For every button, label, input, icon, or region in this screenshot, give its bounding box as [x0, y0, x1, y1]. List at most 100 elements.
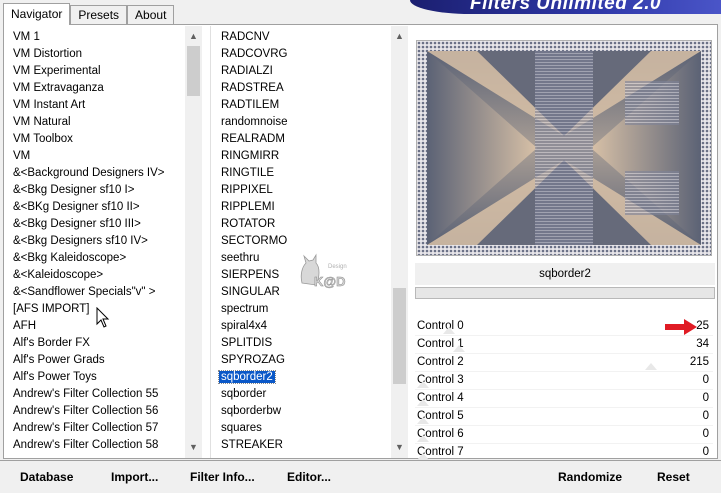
tab-presets[interactable]: Presets	[70, 5, 128, 25]
category-item[interactable]: &<Kaleidoscope>	[4, 267, 202, 284]
slider-thumb[interactable]	[644, 363, 657, 370]
scrollbar-thumb[interactable]	[393, 288, 406, 384]
filter-item-label: RINGTILE	[221, 167, 275, 179]
filter-item[interactable]: RADSTREA	[211, 80, 408, 97]
import-button[interactable]: Import...	[111, 467, 158, 487]
filter-item[interactable]: sqborder	[211, 386, 408, 403]
filter-item[interactable]: RADCOVRG	[211, 46, 408, 63]
filter-item-label: SPLITDIS	[221, 337, 273, 349]
control-value: 215	[689, 356, 709, 368]
control-row[interactable]: Control 1 34	[415, 336, 713, 354]
category-item[interactable]: VM Toolbox	[4, 131, 202, 148]
category-item[interactable]: &<Bkg Designer sf10 III>	[4, 216, 202, 233]
slider-thumb[interactable]	[443, 327, 456, 334]
filter-item[interactable]: spiral4x4	[211, 318, 408, 335]
category-item-label: Andrew's Filter Collection 58	[13, 439, 159, 451]
slider-thumb[interactable]	[453, 345, 465, 352]
tab-navigator[interactable]: Navigator	[3, 3, 71, 25]
filter-item[interactable]: RADIALZI	[211, 63, 408, 80]
filter-item[interactable]: sqborderbw	[211, 403, 408, 420]
filter-item-label: sqborderbw	[221, 405, 282, 417]
category-item[interactable]: &<Bkg Designers sf10 IV>	[4, 233, 202, 250]
preview-image	[417, 41, 711, 255]
category-item-label: Andrew's Filter Collection 56	[13, 405, 159, 417]
filter-item[interactable]: STREAKER	[211, 437, 408, 454]
scroll-down-icon[interactable]: ▼	[185, 439, 202, 456]
scroll-up-icon[interactable]: ▲	[391, 28, 408, 45]
category-item[interactable]: &<Sandflower Specials"v" >	[4, 284, 202, 301]
app-banner: Filters Unlimited 2.0	[410, 0, 721, 14]
control-row[interactable]: Control 30	[415, 372, 713, 390]
category-item[interactable]: Andrew's Filter Collection 56	[4, 403, 202, 420]
filter-info-button[interactable]: Filter Info...	[190, 467, 255, 487]
filter-list[interactable]: RADCNV RADCOVRG RADIALZI RADSTREA RADTILEM ra…	[210, 26, 408, 458]
filter-item[interactable]: SPLITDIS	[211, 335, 408, 352]
category-item[interactable]: VM Extravaganza	[4, 80, 202, 97]
filter-item[interactable]: RADTILEM	[211, 97, 408, 114]
progress-bar	[415, 287, 715, 299]
category-item[interactable]: VM Experimental	[4, 63, 202, 80]
control-row[interactable]: Control 40	[415, 390, 713, 408]
category-item[interactable]: Andrew's Filter Collection 58	[4, 437, 202, 454]
filter-item[interactable]: randomnoise	[211, 114, 408, 131]
slider-thumb[interactable]	[417, 399, 429, 406]
control-label: Control 2	[417, 356, 464, 368]
filter-list-items: RADCNV RADCOVRG RADIALZI RADSTREA RADTILEM ra…	[211, 29, 408, 454]
category-item-label: &<Kaleidoscope>	[13, 269, 104, 281]
filter-item[interactable]: SPYROZAG	[211, 352, 408, 369]
category-item[interactable]: VM Distortion	[4, 46, 202, 63]
category-item[interactable]: Alf's Power Grads	[4, 352, 202, 369]
filter-item[interactable]: RADCNV	[211, 29, 408, 46]
category-item-label: &<Bkg Designer sf10 III>	[13, 218, 141, 230]
category-item[interactable]: Alf's Border FX	[4, 335, 202, 352]
slider-thumb[interactable]	[417, 381, 429, 388]
scroll-up-icon[interactable]: ▲	[185, 28, 202, 45]
control-row[interactable]: Control 2 215	[415, 354, 713, 372]
category-item[interactable]: &<Background Designers IV>	[4, 165, 202, 182]
category-item[interactable]: Andrew's Filter Collection 57	[4, 420, 202, 437]
slider-thumb[interactable]	[417, 417, 429, 424]
category-item[interactable]: &<Bkg Kaleidoscope>	[4, 250, 202, 267]
category-item[interactable]: &<Bkg Designer sf10 I>	[4, 182, 202, 199]
filter-item[interactable]: ROTATOR	[211, 216, 408, 233]
filter-item[interactable]: RINGTILE	[211, 165, 408, 182]
filter-item[interactable]: SECTORMO	[211, 233, 408, 250]
control-value: 0	[702, 374, 709, 386]
category-item-label: VM Instant Art	[13, 99, 86, 111]
filter-item[interactable]: squares	[211, 420, 408, 437]
filter-item[interactable]: RIPPIXEL	[211, 182, 408, 199]
category-list[interactable]: VM 1 VM Distortion VM Experimental VM Extra…	[4, 26, 202, 458]
database-button[interactable]: Database	[20, 467, 73, 487]
category-item[interactable]: VM Natural	[4, 114, 202, 131]
tab-about[interactable]: About	[127, 5, 175, 25]
category-item-label: &<BKg Designer sf10 II>	[13, 201, 140, 213]
category-item[interactable]: Andrew's Filter Collection 55	[4, 386, 202, 403]
control-row[interactable]: Control 60	[415, 426, 713, 444]
filter-item-selected[interactable]: sqborder2	[211, 369, 408, 386]
category-item[interactable]: VM 1	[4, 29, 202, 46]
red-arrow-icon	[665, 319, 697, 335]
randomize-button[interactable]: Randomize	[558, 467, 622, 487]
category-scrollbar[interactable]: ▲ ▼	[185, 26, 202, 458]
editor-button[interactable]: Editor...	[287, 467, 331, 487]
slider-thumb[interactable]	[417, 453, 429, 460]
mouse-cursor-icon	[96, 307, 110, 328]
filter-item[interactable]: REALRADM	[211, 131, 408, 148]
filter-scrollbar[interactable]: ▲ ▼	[391, 26, 408, 458]
scroll-down-icon[interactable]: ▼	[391, 439, 408, 456]
filter-item[interactable]: spectrum	[211, 301, 408, 318]
category-item[interactable]: &<BKg Designer sf10 II>	[4, 199, 202, 216]
category-item[interactable]: VM	[4, 148, 202, 165]
category-item[interactable]: VM Instant Art	[4, 97, 202, 114]
control-row[interactable]: Control 50	[415, 408, 713, 426]
category-item[interactable]: Alf's Power Toys	[4, 369, 202, 386]
reset-button[interactable]: Reset	[657, 467, 690, 487]
category-item-label: &<Bkg Designer sf10 I>	[13, 184, 135, 196]
control-value: 25	[696, 320, 709, 332]
scrollbar-thumb[interactable]	[187, 46, 200, 96]
slider-thumb[interactable]	[417, 435, 429, 442]
filter-item[interactable]: RIPPLEMI	[211, 199, 408, 216]
filter-item-label: sqborder	[221, 388, 267, 400]
category-item-label: [AFS IMPORT]	[13, 303, 90, 315]
filter-item[interactable]: RINGMIRR	[211, 148, 408, 165]
